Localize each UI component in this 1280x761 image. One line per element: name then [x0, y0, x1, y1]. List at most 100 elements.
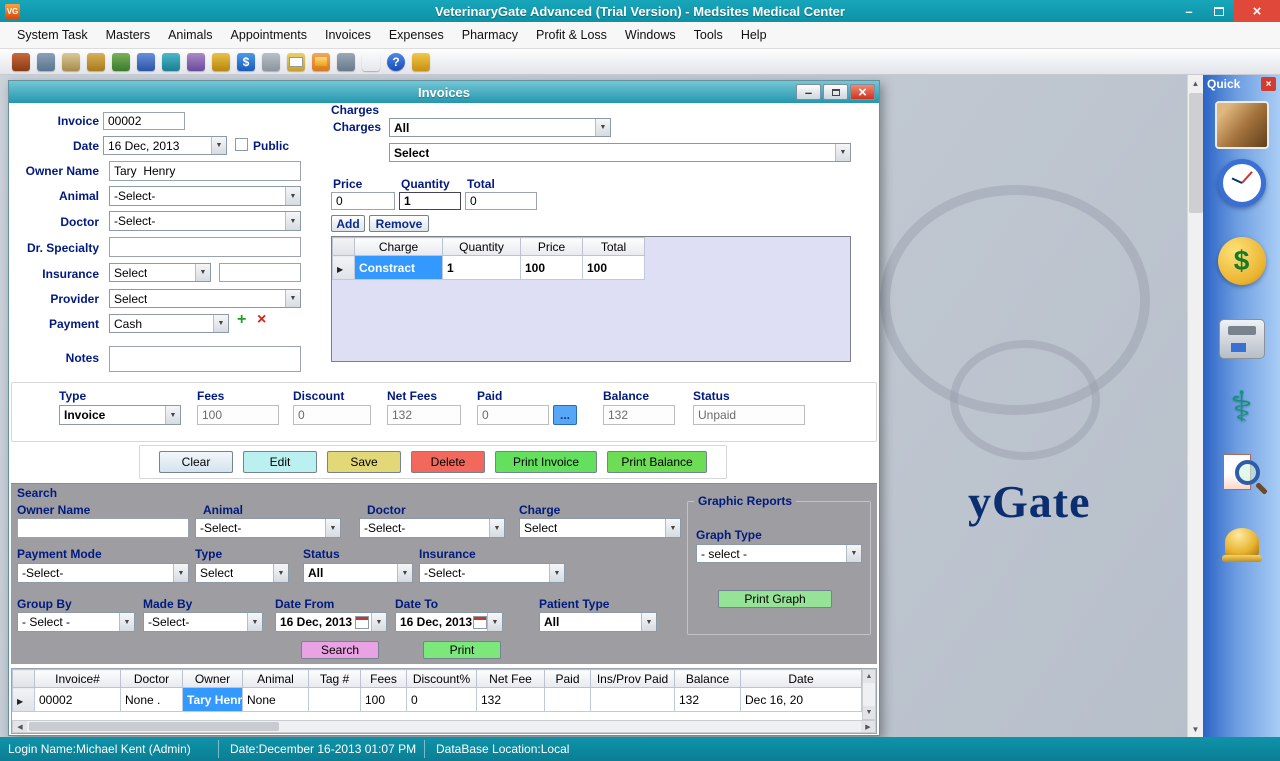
pets-photo-icon[interactable] — [1215, 101, 1269, 149]
col-doctor[interactable]: Doctor — [121, 670, 183, 688]
fees-field[interactable]: 100 — [197, 405, 279, 425]
date-select[interactable]: 16 Dec, 2013 — [103, 136, 227, 155]
doctor-select[interactable]: -Select- — [109, 211, 301, 231]
col-paid[interactable]: Paid — [545, 670, 591, 688]
charges-filter-select[interactable]: All — [389, 118, 611, 137]
menu-animals[interactable]: Animals — [159, 23, 221, 47]
col-netfee[interactable]: Net Fee — [477, 670, 545, 688]
col-tag[interactable]: Tag # — [309, 670, 361, 688]
col-discount[interactable]: Discount% — [407, 670, 477, 688]
dollar-icon[interactable] — [1218, 237, 1266, 285]
search-doctor-select[interactable]: -Select- — [359, 518, 505, 538]
search-status-select[interactable]: All — [303, 563, 413, 583]
owner-name-input[interactable] — [109, 161, 301, 181]
patient-type-select[interactable]: All — [539, 612, 657, 632]
remove-charge-button[interactable]: Remove — [369, 215, 429, 232]
date-from-picker[interactable]: 16 Dec, 2013 — [275, 612, 387, 632]
child-minimize-button[interactable] — [796, 84, 821, 100]
col-date[interactable]: Date — [741, 670, 862, 688]
payment-mode-select[interactable]: -Select- — [17, 563, 189, 583]
scroll-thumb[interactable] — [29, 722, 279, 731]
scales-icon[interactable] — [212, 53, 230, 71]
photo-icon[interactable] — [337, 53, 355, 71]
mail-icon[interactable] — [287, 53, 305, 71]
pen-icon[interactable] — [62, 53, 80, 71]
payment-select[interactable]: Cash — [109, 314, 229, 333]
reports-icon[interactable] — [12, 53, 30, 71]
calendar-icon[interactable] — [137, 53, 155, 71]
computer-icon[interactable] — [37, 53, 55, 71]
remove-payment-icon[interactable] — [257, 311, 266, 329]
menu-pharmacy[interactable]: Pharmacy — [453, 23, 527, 47]
date-to-picker[interactable]: 16 Dec, 2013 — [395, 612, 503, 632]
paid-field[interactable]: 0 — [477, 405, 549, 425]
print-balance-button[interactable]: Print Balance — [607, 451, 707, 473]
delete-button[interactable]: Delete — [411, 451, 485, 473]
menu-invoices[interactable]: Invoices — [316, 23, 380, 47]
notes-field[interactable] — [109, 346, 301, 372]
col-animal[interactable]: Animal — [243, 670, 309, 688]
group-by-select[interactable]: - Select - — [17, 612, 135, 632]
minimize-button[interactable] — [1174, 0, 1204, 22]
menu-tools[interactable]: Tools — [685, 23, 732, 47]
col-fees[interactable]: Fees — [361, 670, 407, 688]
type-select[interactable]: Invoice — [59, 405, 181, 425]
scroll-left-icon[interactable] — [13, 721, 27, 732]
search-type-select[interactable]: Select — [195, 563, 289, 583]
invoices-window-titlebar[interactable]: Invoices — [9, 81, 879, 103]
user-icon[interactable] — [412, 53, 430, 71]
filter-icon[interactable] — [262, 53, 280, 71]
animal-select[interactable]: -Select- — [109, 186, 301, 206]
edit-button[interactable]: Edit — [243, 451, 317, 473]
menu-windows[interactable]: Windows — [616, 23, 685, 47]
menu-system-task[interactable]: System Task — [8, 23, 97, 47]
search-charge-select[interactable]: Select — [519, 518, 681, 538]
map-search-icon[interactable] — [187, 53, 205, 71]
close-button[interactable] — [1234, 0, 1280, 22]
grid-horizontal-scrollbar[interactable] — [12, 720, 876, 733]
scroll-up-icon[interactable] — [1188, 75, 1203, 91]
clear-button[interactable]: Clear — [159, 451, 233, 473]
invoice-number-field[interactable]: 00002 — [103, 112, 185, 130]
insurance-select[interactable]: Select — [109, 263, 211, 282]
scroll-thumb[interactable] — [1189, 93, 1203, 213]
charge-row[interactable]: Constract 1 100 100 — [333, 256, 645, 280]
col-quantity[interactable]: Quantity — [443, 238, 521, 256]
graph-type-select[interactable]: - select - — [696, 544, 862, 563]
mdi-vertical-scrollbar[interactable] — [1187, 75, 1203, 737]
col-balance[interactable]: Balance — [675, 670, 741, 688]
save-button[interactable]: Save — [327, 451, 401, 473]
help-icon[interactable] — [387, 53, 405, 71]
public-checkbox[interactable] — [235, 138, 248, 151]
tools-icon[interactable] — [362, 53, 380, 71]
menu-profit-loss[interactable]: Profit & Loss — [527, 23, 616, 47]
print-invoice-button[interactable]: Print Invoice — [495, 451, 597, 473]
insurance-value-field[interactable] — [219, 263, 301, 282]
specialty-field[interactable] — [109, 237, 301, 257]
lab-icon[interactable] — [87, 53, 105, 71]
child-maximize-button[interactable] — [823, 84, 848, 100]
pharmacy-icon[interactable] — [1230, 385, 1253, 429]
dollar-icon[interactable] — [237, 53, 255, 71]
col-price[interactable]: Price — [521, 238, 583, 256]
menu-appointments[interactable]: Appointments — [222, 23, 316, 47]
col-charge[interactable]: Charge — [355, 238, 443, 256]
quick-close-icon[interactable] — [1261, 77, 1276, 91]
scroll-up-icon[interactable] — [863, 670, 875, 683]
net-fees-field[interactable]: 132 — [387, 405, 461, 425]
scroll-down-icon[interactable] — [863, 706, 875, 719]
search-report-icon[interactable] — [1219, 451, 1265, 497]
add-charge-button[interactable]: Add — [331, 215, 365, 232]
status-field[interactable]: Unpaid — [693, 405, 805, 425]
col-insprov[interactable]: Ins/Prov Paid — [591, 670, 675, 688]
search-animal-select[interactable]: -Select- — [195, 518, 341, 538]
folder-icon[interactable] — [312, 53, 330, 71]
add-payment-icon[interactable] — [237, 311, 246, 329]
scroll-right-icon[interactable] — [861, 721, 875, 732]
col-invoice[interactable]: Invoice# — [35, 670, 121, 688]
printer-icon[interactable] — [1219, 319, 1265, 359]
child-close-button[interactable] — [850, 84, 875, 100]
globe-icon[interactable] — [162, 53, 180, 71]
bell-icon[interactable] — [1222, 523, 1262, 565]
provider-select[interactable]: Select — [109, 289, 301, 308]
